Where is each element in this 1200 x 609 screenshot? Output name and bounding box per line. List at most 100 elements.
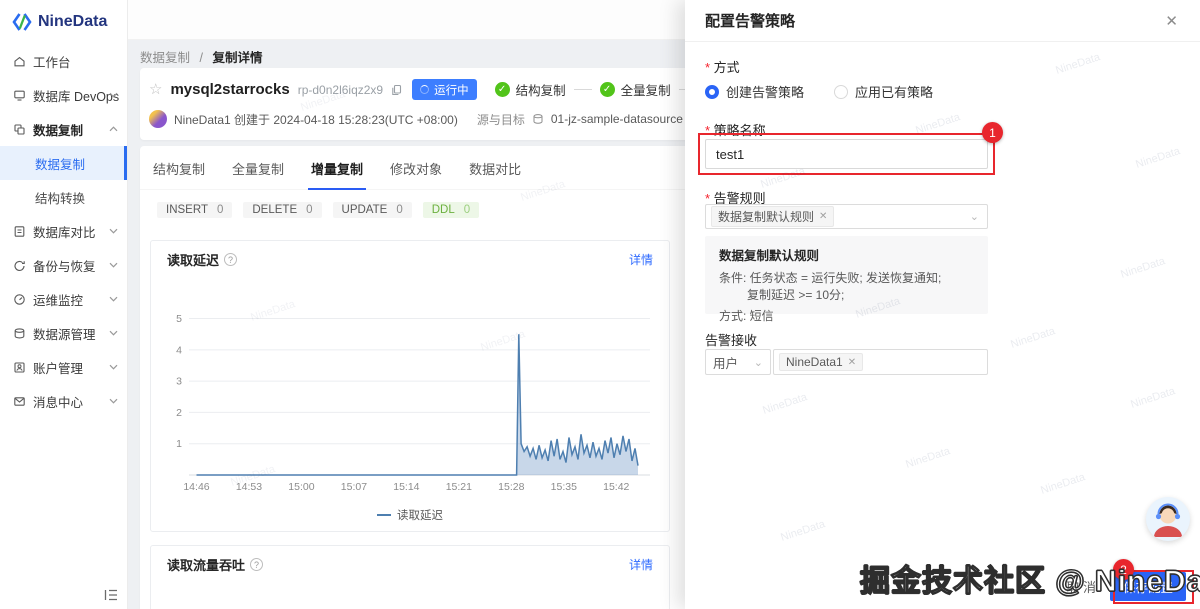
running-spinner-icon [420, 85, 430, 94]
stat-ddl: DDL 0 [422, 202, 480, 218]
devops-icon [14, 90, 25, 101]
sidebar-item-label: 结构转换 [35, 191, 86, 206]
svg-text:15:35: 15:35 [551, 481, 577, 493]
sidebar-item-structure-transform[interactable]: 结构转换 [0, 180, 127, 214]
rule-condition-1: 条件: 任务状态 = 运行失败; 发送恢复通知; [719, 271, 942, 285]
breadcrumb-current: 复制详情 [212, 51, 263, 65]
alert-config-panel: 配置告警策略 ✕ 方式 创建告警策略 应用已有策略 策略名称 1 告警规则 数据… [685, 0, 1200, 609]
sidebar-collapse-icon[interactable] [103, 588, 119, 602]
message-icon [14, 396, 25, 406]
source-db-icon [533, 114, 543, 124]
sidebar-item-label: 数据库 DevOps [33, 89, 120, 104]
stat-insert: INSERT 0 [157, 202, 233, 218]
throughput-detail-link[interactable]: 详情 [629, 556, 653, 573]
stat-update: UPDATE 0 [332, 202, 412, 218]
latency-chart-card: 读取延迟 ? 详情 1 2 3 4 5 14:46 14:53 15:00 15:07 15:14… [150, 240, 670, 532]
tag-remove-icon[interactable]: ✕ [848, 357, 856, 368]
sidebar-item-account-mgmt[interactable]: 账户管理 [0, 350, 127, 384]
chevron-down-icon [109, 262, 118, 268]
help-icon[interactable]: ? [250, 558, 264, 571]
sidebar-item-label: 备份与恢复 [33, 259, 96, 274]
svg-text:4: 4 [176, 344, 182, 356]
sidebar-item-ops-monitor[interactable]: 运维监控 [0, 282, 127, 316]
svg-text:1: 1 [176, 438, 182, 450]
sidebar-item-label: 消息中心 [33, 395, 84, 410]
svg-text:15:28: 15:28 [498, 481, 524, 493]
rule-condition-2: 复制延迟 >= 10分; [747, 288, 845, 302]
tag-remove-icon[interactable]: ✕ [819, 211, 827, 222]
datasource-icon [14, 327, 25, 338]
favorite-star-icon[interactable]: ☆ [149, 82, 162, 97]
copy-icon[interactable] [391, 84, 402, 96]
step-check-icon: ✓ [599, 82, 615, 97]
latency-detail-link[interactable]: 详情 [629, 251, 653, 268]
alert-rules-select[interactable]: 数据复制默认规则 ✕ ⌄ [705, 204, 988, 229]
sidebar-item-database-devops[interactable]: 数据库 DevOps [0, 78, 127, 112]
tab-modify-objects[interactable]: 修改对象 [390, 159, 442, 189]
legend-line-marker [377, 514, 391, 516]
chevron-down-icon [109, 398, 118, 404]
throughput-chart-card: 读取流量吞吐 ? 详情 [150, 545, 670, 609]
tab-data-compare[interactable]: 数据对比 [469, 159, 521, 189]
svg-text:2: 2 [176, 407, 182, 419]
alert-receive-label: 告警接收 [705, 333, 758, 348]
chevron-down-icon: ⌄ [969, 211, 979, 223]
chevron-down-icon [109, 330, 118, 336]
stat-delete: DELETE 0 [243, 202, 322, 218]
monitor-gauge-icon [14, 293, 25, 305]
radio-create-policy[interactable]: 创建告警策略 [705, 82, 804, 101]
legend-label: 读取延迟 [397, 510, 443, 522]
support-avatar[interactable] [1146, 497, 1190, 541]
step-divider [573, 89, 592, 90]
rule-title: 数据复制默认规则 [719, 249, 820, 263]
radio-unselected-icon [834, 84, 849, 99]
receiver-tag: NineData1 ✕ [779, 353, 864, 371]
backup-restore-icon [14, 260, 25, 271]
radio-apply-existing[interactable]: 应用已有策略 [834, 82, 933, 101]
svg-text:5: 5 [176, 313, 182, 325]
tab-structure-replication[interactable]: 结构复制 [153, 159, 205, 189]
chevron-down-icon [109, 296, 118, 302]
sidebar-item-label: 数据复制 [33, 123, 84, 138]
svg-text:15:42: 15:42 [603, 481, 629, 493]
svg-text:14:53: 14:53 [236, 481, 262, 493]
throughput-chart-title: 读取流量吞吐 ? [167, 555, 264, 574]
breadcrumb-separator: / [199, 51, 203, 65]
tab-incremental-replication[interactable]: 增量复制 [308, 159, 367, 190]
policy-name-input[interactable] [705, 139, 988, 169]
chevron-down-icon [109, 228, 118, 234]
source-name[interactable]: 01-jz-sample-datasource [551, 112, 683, 126]
sidebar-item-data-replication-group[interactable]: 数据复制 [0, 112, 127, 146]
annotation-badge-1: 1 [982, 122, 1003, 143]
rule-method: 方式: 短信 [719, 309, 774, 323]
sidebar-item-label: 账户管理 [33, 361, 84, 376]
sidebar-item-data-replication[interactable]: 数据复制 [0, 146, 127, 180]
close-icon[interactable]: ✕ [1165, 12, 1178, 30]
radio-selected-icon [705, 84, 719, 99]
chevron-down-icon: ⌄ [753, 356, 763, 369]
ninedata-logo[interactable]: NineData [0, 0, 127, 44]
receiver-input[interactable]: NineData1 ✕ [773, 349, 988, 375]
chart-legend: 读取延迟 [151, 507, 669, 523]
receiver-type-select[interactable]: 用户 ⌄ [705, 349, 771, 375]
svg-text:3: 3 [176, 376, 182, 388]
sidebar-item-message-center[interactable]: 消息中心 [0, 384, 127, 418]
sidebar-item-database-compare[interactable]: 数据库对比 [0, 214, 127, 248]
latency-chart: 1 2 3 4 5 14:46 14:53 15:00 15:07 15:14 15:21 15:28… [176, 313, 650, 493]
policy-name-label: 策略名称 [705, 120, 766, 139]
replication-icon [14, 123, 25, 135]
method-label: 方式 [705, 57, 740, 76]
sidebar-item-label: 数据库对比 [33, 225, 96, 240]
method-radio-group: 创建告警策略 应用已有策略 [705, 82, 933, 101]
step-label: 结构复制 [515, 84, 566, 98]
sidebar-item-backup-restore[interactable]: 备份与恢复 [0, 248, 127, 282]
chevron-down-icon [109, 364, 118, 370]
breadcrumb-parent[interactable]: 数据复制 [140, 51, 190, 65]
sidebar-item-workbench[interactable]: 工作台 [0, 44, 127, 78]
sidebar-item-label: 运维监控 [33, 293, 84, 308]
sidebar: NineData 工作台 数据库 DevOps 数据复制 数据复制 结构转换 数… [0, 0, 128, 609]
cancel-button[interactable]: 取 消 [1066, 577, 1096, 596]
sidebar-item-datasource-mgmt[interactable]: 数据源管理 [0, 316, 127, 350]
tab-full-replication[interactable]: 全量复制 [232, 159, 284, 189]
help-icon[interactable]: ? [224, 253, 238, 266]
